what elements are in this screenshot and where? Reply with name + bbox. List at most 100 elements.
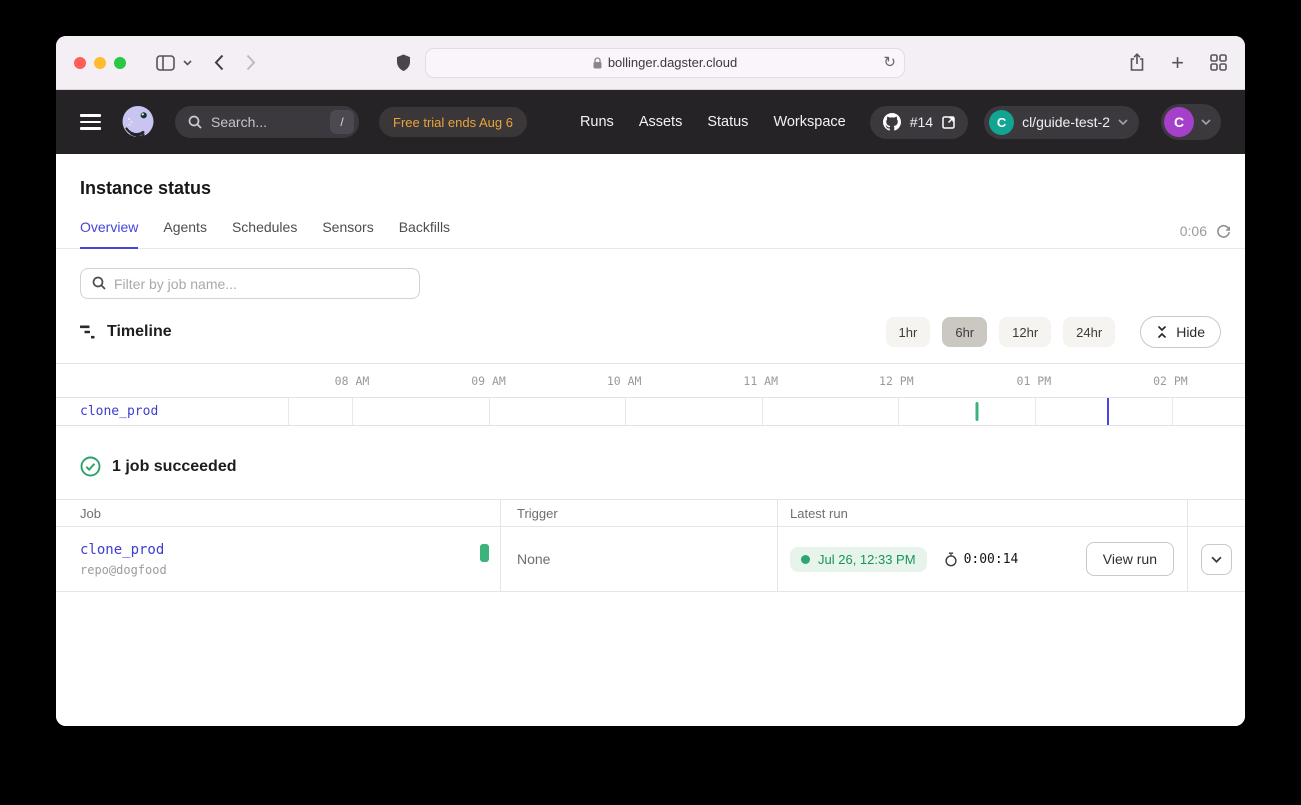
job-cell: clone_prod repo@dogfood	[56, 527, 500, 591]
tabs-row: Overview Agents Schedules Sensors Backfi…	[56, 219, 1245, 249]
axis-tick-label: 10 AM	[607, 374, 642, 388]
search-shortcut-key: /	[330, 110, 354, 134]
now-marker-line	[1107, 398, 1109, 425]
summary-text: 1 job succeeded	[112, 458, 237, 476]
user-menu[interactable]: C	[1161, 104, 1221, 140]
url-text: bollinger.dagster.cloud	[608, 55, 737, 70]
job-repo-label: repo@dogfood	[80, 563, 167, 577]
sidebar-chevron-icon[interactable]	[183, 60, 192, 66]
reload-icon[interactable]: ↻	[883, 55, 896, 70]
filter-row	[56, 249, 1245, 299]
refresh-timer: 0:06	[1180, 223, 1231, 248]
dagster-logo-icon[interactable]	[119, 103, 157, 141]
gridline	[1172, 398, 1173, 425]
close-window-button[interactable]	[74, 57, 86, 69]
stopwatch-icon	[944, 552, 958, 567]
axis-tick-label: 08 AM	[335, 374, 370, 388]
forward-button-icon[interactable]	[246, 54, 256, 71]
tab-overview[interactable]: Overview	[80, 219, 138, 248]
tab-schedules[interactable]: Schedules	[232, 219, 297, 248]
axis-tick-label: 11 AM	[743, 374, 778, 388]
browser-toolbar-left	[74, 54, 396, 71]
timeline-row-label[interactable]: clone_prod	[56, 398, 288, 425]
main-nav: Runs Assets Status Workspace	[580, 114, 846, 130]
github-version-pill[interactable]: #14	[870, 106, 968, 139]
chevron-down-icon	[1118, 119, 1128, 125]
search-icon	[188, 115, 202, 129]
check-circle-icon	[80, 456, 101, 477]
menu-icon[interactable]	[80, 114, 101, 130]
table-row: clone_prod repo@dogfood None Jul 26, 12:…	[56, 527, 1245, 592]
jobs-summary: 1 job succeeded	[56, 426, 1245, 499]
nav-runs[interactable]: Runs	[580, 114, 614, 130]
trigger-value: None	[517, 551, 550, 567]
instance-status-page: Instance status Overview Agents Schedule…	[56, 154, 1245, 726]
row-menu-button[interactable]	[1201, 544, 1232, 575]
timeline-chart: 08 AM09 AM10 AM11 AM12 PM01 PM02 PM clon…	[56, 363, 1245, 426]
range-24hr-button[interactable]: 24hr	[1063, 317, 1115, 347]
hide-label: Hide	[1176, 324, 1205, 340]
minimize-window-button[interactable]	[94, 57, 106, 69]
table-header-row: Job Trigger Latest run	[56, 500, 1245, 527]
nav-assets[interactable]: Assets	[639, 114, 683, 130]
timeline-title: Timeline	[107, 323, 172, 341]
new-tab-icon[interactable]: +	[1171, 52, 1184, 74]
run-tick[interactable]	[976, 402, 979, 421]
sidebar-toggle-icon[interactable]	[156, 55, 175, 71]
github-version-label: #14	[910, 114, 933, 130]
external-link-icon	[942, 116, 955, 129]
lock-icon	[593, 57, 602, 69]
trial-badge[interactable]: Free trial ends Aug 6	[379, 107, 527, 137]
privacy-shield-icon[interactable]	[396, 54, 411, 72]
timeline-lane-chart[interactable]	[288, 398, 1245, 425]
tab-backfills[interactable]: Backfills	[399, 219, 450, 248]
row-actions-cell	[1187, 527, 1245, 591]
collapse-icon	[1156, 325, 1168, 339]
hide-timeline-button[interactable]: Hide	[1140, 316, 1221, 348]
timeline-header: Timeline 1hr 6hr 12hr 24hr Hide	[56, 299, 1245, 363]
back-button-icon[interactable]	[214, 54, 224, 71]
user-avatar: C	[1164, 107, 1194, 137]
gridline	[352, 398, 353, 425]
run-duration-value: 0:00:14	[964, 552, 1019, 567]
tab-overview-icon[interactable]	[1210, 54, 1227, 71]
tab-agents[interactable]: Agents	[163, 219, 207, 248]
timeline-icon	[80, 324, 96, 340]
traffic-lights	[74, 57, 126, 69]
share-icon[interactable]	[1129, 53, 1145, 72]
jobs-table: Job Trigger Latest run clone_prod repo@d…	[56, 499, 1245, 592]
timeline-axis: 08 AM09 AM10 AM11 AM12 PM01 PM02 PM	[288, 364, 1243, 397]
run-status-tag[interactable]: Jul 26, 12:33 PM	[790, 547, 927, 572]
urlbar-wrap: bollinger.dagster.cloud ↻	[396, 48, 905, 78]
zoom-window-button[interactable]	[114, 57, 126, 69]
column-header-latest-run: Latest run	[777, 500, 1187, 526]
tab-sensors[interactable]: Sensors	[322, 219, 373, 248]
refresh-icon[interactable]	[1216, 224, 1231, 239]
browser-toolbar: bollinger.dagster.cloud ↻ +	[56, 36, 1245, 90]
view-run-button[interactable]: View run	[1086, 542, 1174, 576]
global-search-input[interactable]: Search... /	[175, 106, 359, 138]
browser-toolbar-right: +	[905, 52, 1227, 74]
trigger-cell: None	[500, 527, 777, 591]
gridline	[898, 398, 899, 425]
axis-tick-label: 12 PM	[879, 374, 914, 388]
nav-workspace[interactable]: Workspace	[773, 114, 845, 130]
nav-status[interactable]: Status	[707, 114, 748, 130]
job-filter-input[interactable]	[80, 268, 420, 299]
deployment-label: cl/guide-test-2	[1022, 114, 1110, 130]
range-6hr-button[interactable]: 6hr	[942, 317, 987, 347]
range-buttons: 1hr 6hr 12hr 24hr Hide	[886, 316, 1221, 348]
address-bar[interactable]: bollinger.dagster.cloud ↻	[425, 48, 905, 78]
axis-tick-label: 01 PM	[1017, 374, 1052, 388]
axis-tick-label: 02 PM	[1153, 374, 1188, 388]
tabs: Overview Agents Schedules Sensors Backfi…	[80, 219, 450, 248]
app-header: Search... / Free trial ends Aug 6 Runs A…	[56, 90, 1245, 154]
gridline	[625, 398, 626, 425]
job-name-link[interactable]: clone_prod	[80, 542, 164, 558]
range-12hr-button[interactable]: 12hr	[999, 317, 1051, 347]
page-title: Instance status	[56, 154, 1245, 199]
range-1hr-button[interactable]: 1hr	[886, 317, 931, 347]
deployment-switcher[interactable]: C cl/guide-test-2	[984, 106, 1139, 139]
gridline	[1035, 398, 1036, 425]
latest-run-cell: Jul 26, 12:33 PM 0:00:14 View run	[777, 527, 1187, 591]
